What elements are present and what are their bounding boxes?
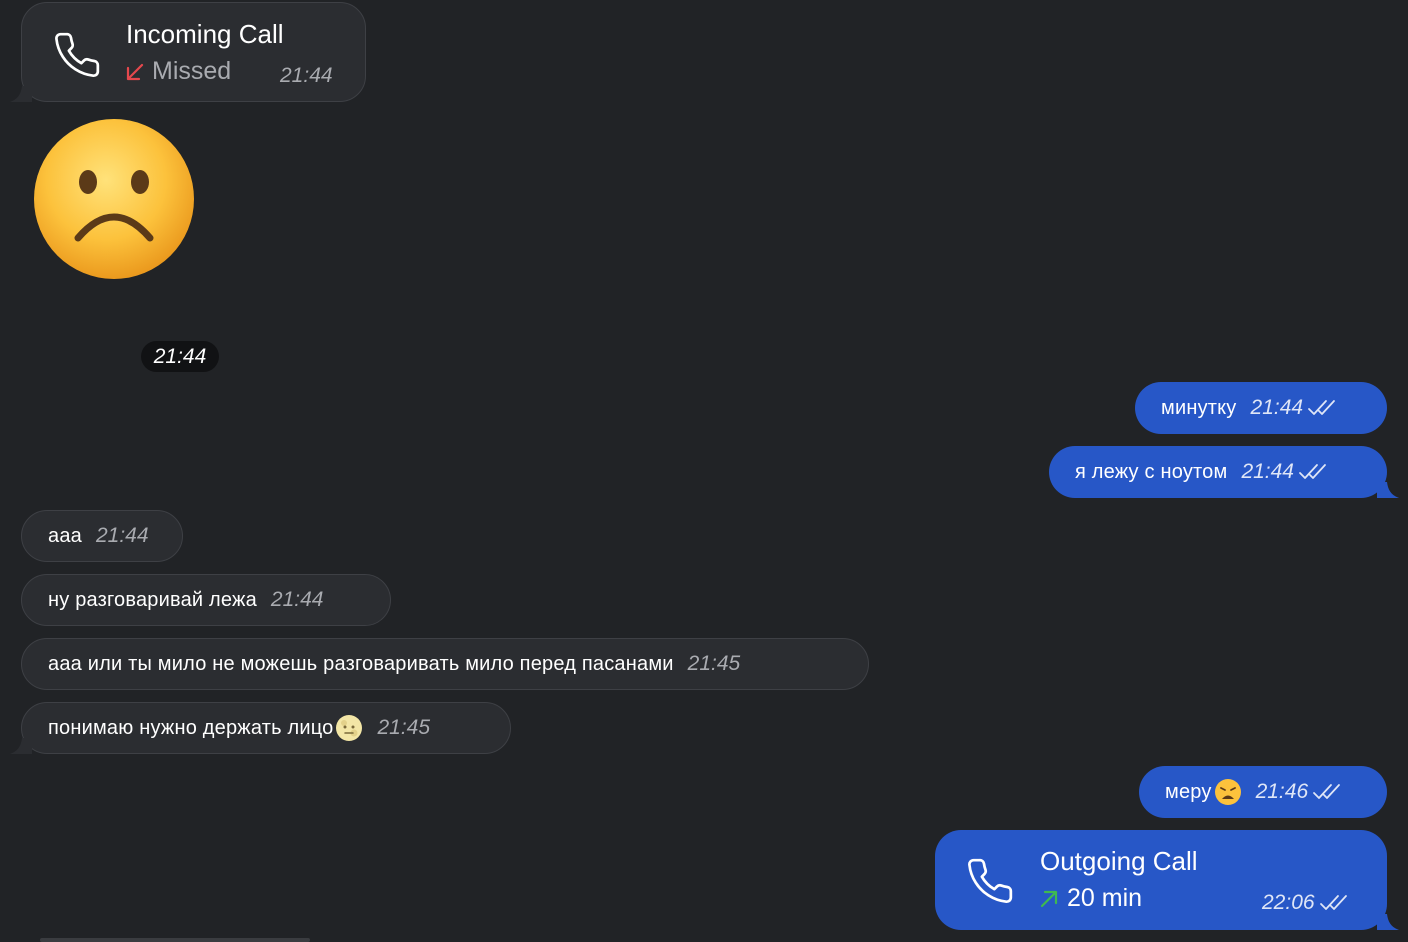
phone-icon[interactable] — [52, 30, 102, 85]
message-bubble[interactable]: минутку 21:44 — [1135, 382, 1387, 434]
bubble-tail — [1377, 914, 1399, 930]
message-bubble[interactable]: ну разговаривай лежа 21:44 — [21, 574, 391, 626]
message-time-group: 22:06 — [1262, 891, 1349, 915]
sticker-time-badge: 21:44 — [141, 341, 219, 372]
outgoing-arrow-icon — [1040, 890, 1058, 907]
message-bubble[interactable]: ааа 21:44 — [21, 510, 183, 562]
message-time: 21:44 — [280, 64, 333, 87]
missed-arrow-icon — [126, 63, 144, 80]
message-text: я лежу с ноутом — [1075, 460, 1228, 483]
bubble-tail — [10, 86, 32, 102]
message-time: 21:46 — [1255, 780, 1309, 803]
phone-icon[interactable] — [965, 856, 1015, 911]
call-status-label: Missed — [152, 57, 232, 85]
message-time: 21:44 — [95, 524, 149, 547]
message-bubble[interactable]: меру 21:46 — [1139, 766, 1387, 818]
read-checkmarks-icon — [1313, 784, 1341, 799]
message-time: 21:45 — [377, 716, 431, 739]
message-time: 21:44 — [270, 588, 324, 611]
message-time: 22:06 — [1262, 891, 1315, 914]
call-title: Outgoing Call — [1040, 846, 1198, 876]
message-text: ааа или ты мило не можешь разговаривать … — [48, 652, 674, 675]
outgoing-call-bubble[interactable]: Outgoing Call 20 min 22:06 — [935, 830, 1399, 930]
read-checkmarks-icon — [1299, 464, 1326, 479]
call-title: Incoming Call — [126, 19, 284, 49]
message-time: 21:44 — [1250, 396, 1304, 419]
moon-face-emoji — [336, 715, 363, 741]
message-text: ну разговаривай лежа — [48, 588, 257, 611]
message-time: 21:44 — [1241, 460, 1294, 483]
message-text: меру — [1165, 780, 1212, 803]
message-text: понимаю нужно держать лицо — [48, 716, 334, 739]
read-checkmarks-icon — [1308, 400, 1335, 415]
weary-face-emoji — [1214, 779, 1241, 805]
message-text: минутку — [1161, 396, 1237, 419]
call-status: Missed — [125, 57, 231, 86]
message-text: ааа — [48, 524, 82, 547]
message-bubble[interactable]: понимаю нужно держать лицо 21:45 — [10, 702, 511, 754]
incoming-call-bubble[interactable]: Incoming Call Missed 21:44 — [10, 2, 366, 102]
message-time: 21:45 — [687, 652, 741, 675]
bubble-tail — [1377, 482, 1399, 498]
call-status: 20 min — [1039, 884, 1142, 913]
message-bubble[interactable]: я лежу с ноутом 21:44 — [1049, 446, 1399, 498]
message-bubble[interactable]: ааа или ты мило не можешь разговаривать … — [21, 638, 869, 690]
next-message-edge — [40, 938, 310, 942]
chat-history: Incoming Call Missed 21:44 21:44 минутку… — [0, 0, 1408, 942]
read-checkmarks-icon — [1319, 895, 1347, 910]
frowning-face-emoji[interactable] — [33, 118, 195, 280]
call-duration: 20 min — [1067, 884, 1143, 912]
bubble-tail — [10, 738, 32, 754]
